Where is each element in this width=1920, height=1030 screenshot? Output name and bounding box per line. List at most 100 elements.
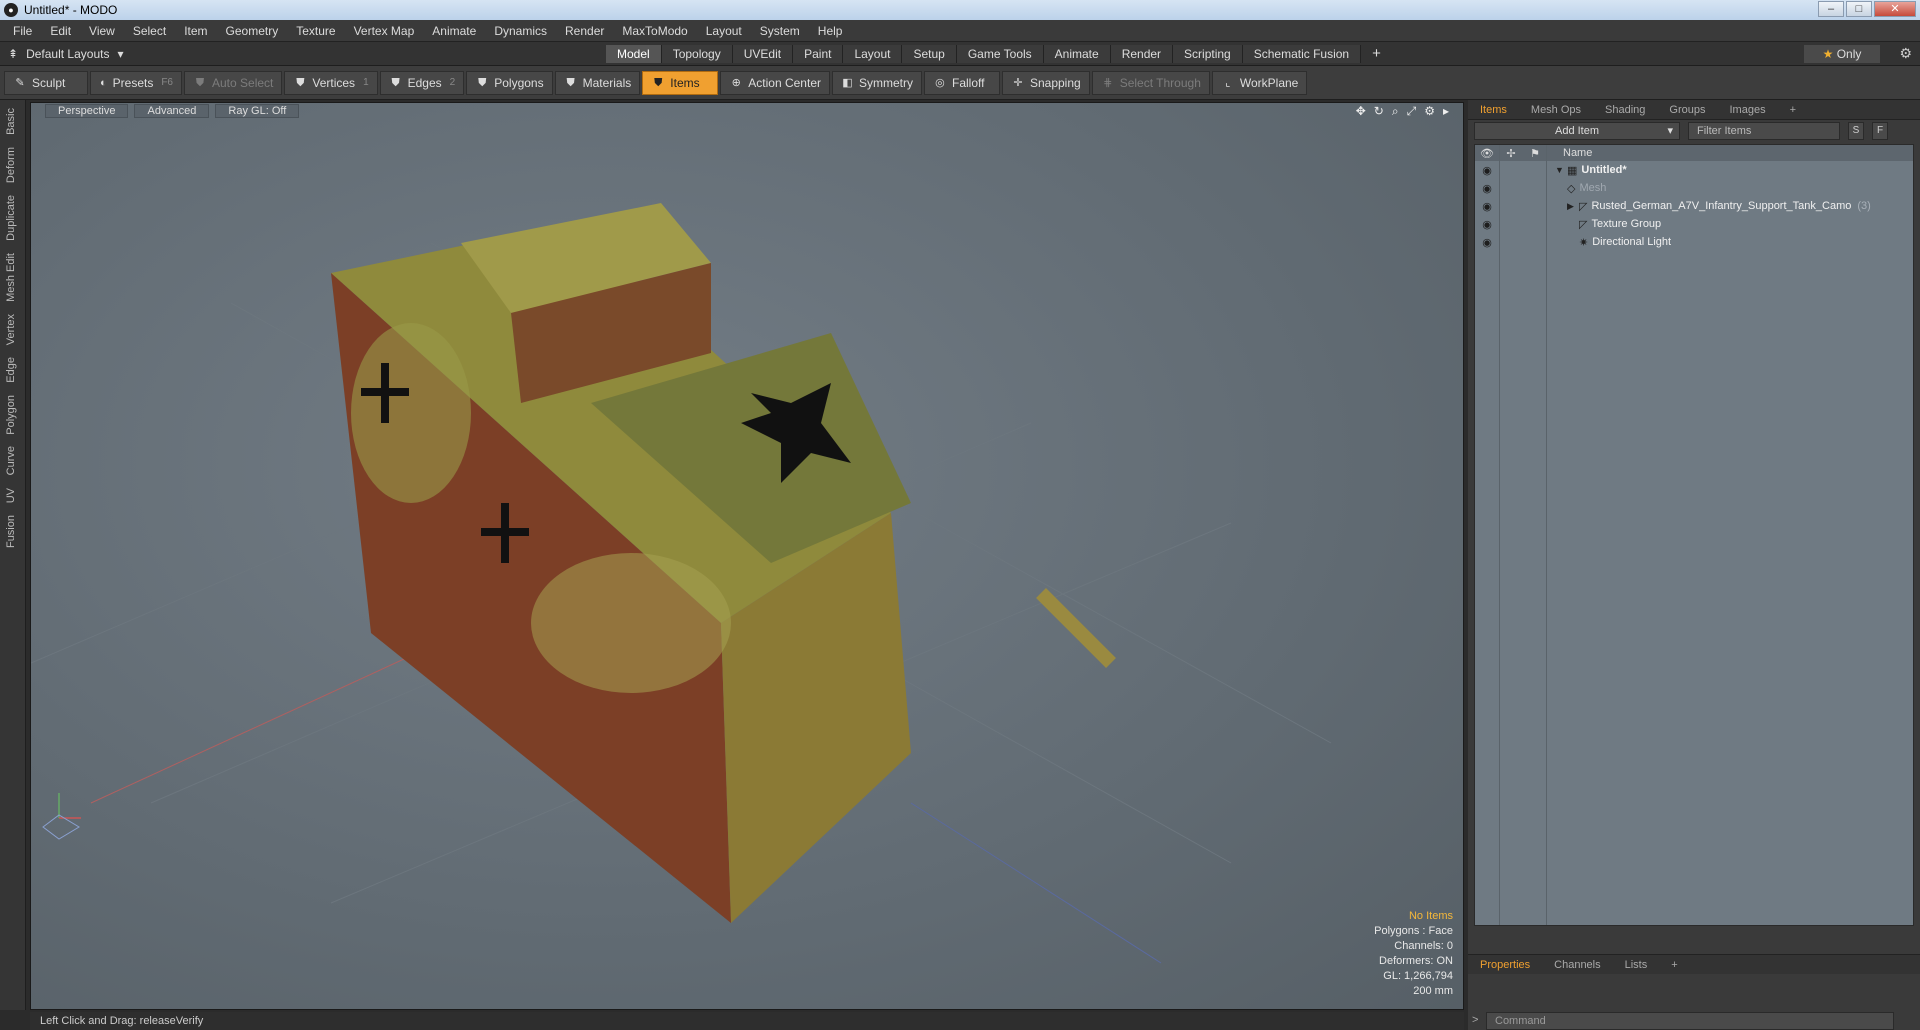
tab-groups[interactable]: Groups xyxy=(1657,104,1717,116)
add-panel-tab-icon[interactable]: + xyxy=(1778,104,1808,116)
add-item-dropdown[interactable]: Add Item ▾ xyxy=(1474,122,1680,140)
tab-uv[interactable]: UV xyxy=(5,484,21,507)
tab-mesh-edit[interactable]: Mesh Edit xyxy=(5,249,21,306)
eye-icon[interactable]: ◉ xyxy=(1475,164,1499,177)
filter-f-button[interactable]: F xyxy=(1872,122,1888,140)
3d-viewport[interactable]: Perspective Advanced Ray GL: Off ✥ ↻ ⌕ ⤢… xyxy=(30,102,1464,1010)
tab-layout[interactable]: Layout xyxy=(843,45,903,63)
tab-lists[interactable]: Lists xyxy=(1613,959,1660,971)
menu-item[interactable]: Item xyxy=(175,24,216,38)
menu-maxtomodo[interactable]: MaxToModo xyxy=(613,24,696,38)
tab-deform[interactable]: Deform xyxy=(5,143,21,187)
falloff-button[interactable]: ◎ Falloff xyxy=(923,70,1000,95)
tab-paint[interactable]: Paint xyxy=(793,45,844,63)
tree-item-label: Untitled* xyxy=(1581,164,1627,176)
selection-info: No Items xyxy=(1408,910,1453,922)
collapse-triangle-icon[interactable]: ▼ xyxy=(1555,165,1567,175)
tab-topology[interactable]: Topology xyxy=(661,45,733,63)
tab-shading[interactable]: Shading xyxy=(1593,104,1657,116)
polygons-button[interactable]: ⛊ Polygons xyxy=(466,70,553,95)
menu-help[interactable]: Help xyxy=(809,24,852,38)
tab-polygon[interactable]: Polygon xyxy=(5,391,21,439)
filter-items-input[interactable]: Filter Items xyxy=(1688,122,1840,140)
shading-dropdown[interactable]: Advanced xyxy=(134,104,210,118)
workplane-button[interactable]: ⌞ WorkPlane xyxy=(1211,70,1308,95)
tab-edge[interactable]: Edge xyxy=(5,353,21,387)
filter-s-button[interactable]: S xyxy=(1848,122,1864,140)
tab-curve[interactable]: Curve xyxy=(5,442,21,479)
presets-button[interactable]: ◐ Presets F6 xyxy=(90,70,182,95)
menu-view[interactable]: View xyxy=(80,24,124,38)
viewport-gear-icon[interactable]: ⚙ xyxy=(1424,104,1435,119)
tab-game-tools[interactable]: Game Tools xyxy=(956,45,1044,63)
menu-geometry[interactable]: Geometry xyxy=(217,24,288,38)
add-properties-tab-icon[interactable]: + xyxy=(1659,959,1689,971)
auto-select-button[interactable]: ⛊ Auto Select xyxy=(184,70,283,95)
view-mode-dropdown[interactable]: Perspective xyxy=(45,104,129,118)
viewport-scene[interactable] xyxy=(31,103,1464,1010)
tab-vertex[interactable]: Vertex xyxy=(5,310,21,349)
tab-uvedit[interactable]: UVEdit xyxy=(732,45,794,63)
tab-model[interactable]: Model xyxy=(606,45,662,63)
sculpt-button[interactable]: ✎ Sculpt xyxy=(4,70,88,95)
command-input[interactable]: Command xyxy=(1486,1012,1894,1030)
raygl-toggle[interactable]: Ray GL: Off xyxy=(215,104,300,118)
menu-layout[interactable]: Layout xyxy=(697,24,751,38)
rotate-icon[interactable]: ↻ xyxy=(1374,104,1384,119)
tab-schematic-fusion[interactable]: Schematic Fusion xyxy=(1242,45,1362,63)
snapping-button[interactable]: ✛ Snapping xyxy=(1001,70,1090,95)
expand-arrow-icon[interactable]: ▸ xyxy=(1443,104,1449,119)
menu-render[interactable]: Render xyxy=(556,24,613,38)
symmetry-button[interactable]: ◧ Symmetry xyxy=(831,70,922,95)
action-center-button[interactable]: ⊕ Action Center xyxy=(720,70,830,95)
edges-label: Edges xyxy=(407,75,442,90)
tab-channels[interactable]: Channels xyxy=(1542,959,1612,971)
menu-vertex-map[interactable]: Vertex Map xyxy=(345,24,424,38)
gear-icon[interactable]: ⚙ xyxy=(1899,45,1912,62)
tab-properties[interactable]: Properties xyxy=(1468,959,1542,971)
tab-fusion[interactable]: Fusion xyxy=(5,511,21,552)
select-through-button[interactable]: ⋕ Select Through xyxy=(1091,70,1210,95)
tab-setup[interactable]: Setup xyxy=(902,45,957,63)
tab-scripting[interactable]: Scripting xyxy=(1173,45,1243,63)
tab-basic[interactable]: Basic xyxy=(5,104,21,139)
items-panel: Items Mesh Ops Shading Groups Images + A… xyxy=(1468,100,1920,1030)
menu-select[interactable]: Select xyxy=(124,24,175,38)
only-button[interactable]: ★ Only xyxy=(1804,45,1880,63)
zoom-icon[interactable]: ⌕ xyxy=(1392,104,1399,119)
falloff-label: Falloff xyxy=(951,75,985,90)
add-tab-plus-icon[interactable]: + xyxy=(1361,45,1392,63)
materials-button[interactable]: ⛊ Materials xyxy=(554,70,641,95)
menu-system[interactable]: System xyxy=(751,24,809,38)
menu-dynamics[interactable]: Dynamics xyxy=(485,24,556,38)
fit-icon[interactable]: ⤢ xyxy=(1407,104,1417,119)
eye-icon[interactable]: ◉ xyxy=(1475,218,1499,231)
eye-icon[interactable]: ◉ xyxy=(1475,236,1499,249)
eye-icon[interactable]: ◉ xyxy=(1475,200,1499,213)
vertices-button[interactable]: ⛊ Vertices 1 xyxy=(284,70,378,95)
edges-button[interactable]: ⛊ Edges 2 xyxy=(379,70,465,95)
tab-animate[interactable]: Animate xyxy=(1043,45,1111,63)
maximize-button[interactable]: □ xyxy=(1846,1,1872,17)
tab-duplicate[interactable]: Duplicate xyxy=(5,191,21,245)
tab-items[interactable]: Items xyxy=(1468,104,1519,116)
tab-images[interactable]: Images xyxy=(1718,104,1778,116)
pan-icon[interactable]: ✥ xyxy=(1356,104,1366,119)
brush-icon: ✎ xyxy=(15,76,25,89)
menu-animate[interactable]: Animate xyxy=(423,24,485,38)
menu-file[interactable]: File xyxy=(4,24,41,38)
menu-texture[interactable]: Texture xyxy=(287,24,344,38)
eye-icon[interactable]: ◉ xyxy=(1475,182,1499,195)
close-button[interactable]: ✕ xyxy=(1874,1,1916,17)
modo-logo-icon: ● xyxy=(4,3,18,17)
name-column-header[interactable]: Name xyxy=(1563,147,1592,159)
layout-selector[interactable]: ⇞ Default Layouts ▾ xyxy=(8,47,123,61)
tab-mesh-ops[interactable]: Mesh Ops xyxy=(1519,104,1593,116)
pin-icon: ⇞ xyxy=(8,46,19,61)
items-button[interactable]: ⛊ Items xyxy=(642,70,719,95)
expand-triangle-icon[interactable]: ▶ xyxy=(1567,201,1579,212)
minimize-button[interactable]: – xyxy=(1818,1,1844,17)
tab-render[interactable]: Render xyxy=(1110,45,1174,63)
menu-edit[interactable]: Edit xyxy=(41,24,80,38)
tank-model[interactable] xyxy=(331,203,1116,923)
